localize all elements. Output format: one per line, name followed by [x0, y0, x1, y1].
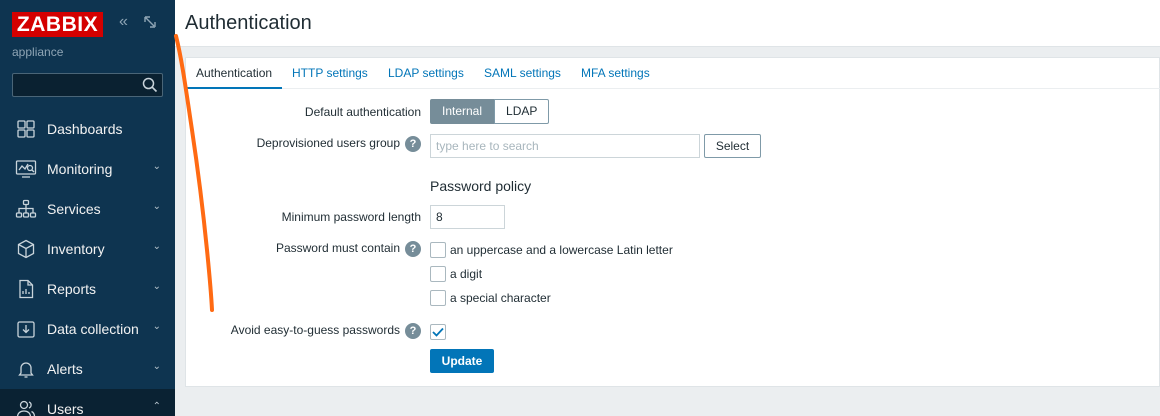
password-policy-title: Password policy — [430, 178, 532, 194]
help-icon[interactable]: ? — [405, 136, 421, 152]
tab-ldap-settings[interactable]: LDAP settings — [388, 58, 464, 89]
server-name: appliance — [12, 45, 64, 59]
menu-item-users[interactable]: Users ⌃ — [0, 389, 175, 416]
tab-authentication[interactable]: Authentication — [186, 58, 283, 89]
reports-icon — [15, 278, 37, 300]
menu-item-data-collection[interactable]: Data collection ⌄ — [0, 309, 175, 349]
deprovisioned-label: Deprovisioned users group — [256, 136, 400, 151]
digit-label: a digit — [450, 267, 483, 281]
menu-item-inventory[interactable]: Inventory ⌄ — [0, 229, 175, 269]
inventory-icon — [15, 238, 37, 260]
default-auth-label: Default authentication — [304, 105, 421, 119]
deprovisioned-row: Deprovisioned users group? — [186, 136, 421, 156]
update-button[interactable]: Update — [430, 349, 494, 373]
chevron-down-icon[interactable]: ⌄ — [153, 241, 161, 252]
default-auth-toggle: Internal LDAP — [430, 99, 550, 124]
chevron-down-icon[interactable]: ⌄ — [153, 201, 161, 212]
menu-item-label: Dashboards — [47, 121, 123, 137]
main-menu: Dashboards Monitoring ⌄ Services ⌄ Inven… — [0, 109, 175, 416]
zabbix-logo[interactable]: ZABBIX — [12, 12, 103, 37]
monitoring-icon — [15, 158, 37, 180]
avoid-guess-label: Avoid easy-to-guess passwords — [230, 323, 400, 338]
sidebar-search-input[interactable] — [12, 73, 163, 97]
bell-icon — [15, 358, 37, 380]
page-title: Authentication — [185, 12, 312, 34]
menu-item-alerts[interactable]: Alerts ⌄ — [0, 349, 175, 389]
internal-option-button[interactable]: Internal — [430, 99, 495, 124]
deprovisioned-group-input[interactable]: type here to search — [430, 134, 700, 158]
sidebar: ZABBIX « appliance Dashboards Monitoring… — [0, 0, 175, 416]
uppercase-lowercase-checkbox[interactable] — [430, 242, 446, 258]
tab-bar: Authentication HTTP settings LDAP settin… — [186, 58, 1160, 89]
menu-item-label: Alerts — [47, 361, 83, 377]
dashboard-icon — [15, 118, 37, 140]
must-contain-label-group: Password must contain? — [276, 241, 421, 257]
checkmark-icon — [432, 327, 444, 337]
users-icon — [15, 398, 37, 416]
uppercase-lowercase-label: an uppercase and a lowercase Latin lette… — [450, 243, 673, 257]
menu-item-dashboards[interactable]: Dashboards — [0, 109, 175, 149]
must-contain-label: Password must contain — [275, 241, 400, 256]
menu-item-label: Monitoring — [47, 161, 113, 177]
special-character-checkbox[interactable] — [430, 290, 446, 306]
must-contain-row: Password must contain? — [186, 241, 421, 261]
avoid-guess-checkbox[interactable] — [430, 324, 446, 340]
menu-item-monitoring[interactable]: Monitoring ⌄ — [0, 149, 175, 189]
special-character-label: a special character — [450, 291, 551, 305]
chevron-down-icon[interactable]: ⌄ — [153, 321, 161, 332]
page-header: Authentication — [175, 0, 1160, 47]
chevron-down-icon[interactable]: ⌄ — [153, 281, 161, 292]
chevron-up-icon[interactable]: ⌃ — [153, 401, 161, 412]
tab-http-settings[interactable]: HTTP settings — [292, 58, 368, 89]
kiosk-mode-icon[interactable] — [143, 15, 157, 32]
menu-item-label: Services — [47, 201, 101, 217]
help-icon[interactable]: ? — [405, 323, 421, 339]
avoid-guess-label-group: Avoid easy-to-guess passwords? — [231, 323, 421, 339]
chevron-down-icon[interactable]: ⌄ — [153, 361, 161, 372]
default-auth-row: Default authentication — [186, 103, 421, 123]
form-panel: Authentication HTTP settings LDAP settin… — [185, 57, 1160, 387]
select-group-button[interactable]: Select — [704, 134, 761, 158]
menu-item-label: Users — [47, 401, 84, 416]
menu-item-label: Data collection — [47, 321, 139, 337]
help-icon[interactable]: ? — [405, 241, 421, 257]
avoid-guess-row: Avoid easy-to-guess passwords? — [186, 323, 421, 343]
menu-item-reports[interactable]: Reports ⌄ — [0, 269, 175, 309]
menu-item-services[interactable]: Services ⌄ — [0, 189, 175, 229]
min-length-input[interactable]: 8 — [430, 205, 505, 229]
menu-item-label: Inventory — [47, 241, 105, 257]
collapse-sidebar-icon[interactable]: « — [119, 13, 128, 31]
search-icon[interactable] — [142, 77, 158, 96]
deprovisioned-label-group: Deprovisioned users group? — [257, 136, 421, 152]
tab-mfa-settings[interactable]: MFA settings — [581, 58, 650, 89]
data-collection-icon — [15, 318, 37, 340]
digit-checkbox[interactable] — [430, 266, 446, 282]
min-length-row: Minimum password length — [186, 208, 421, 228]
services-icon — [15, 198, 37, 220]
menu-item-label: Reports — [47, 281, 97, 297]
chevron-down-icon[interactable]: ⌄ — [153, 161, 161, 172]
min-length-label: Minimum password length — [281, 210, 421, 224]
tab-saml-settings[interactable]: SAML settings — [484, 58, 561, 89]
ldap-option-button[interactable]: LDAP — [494, 99, 550, 124]
